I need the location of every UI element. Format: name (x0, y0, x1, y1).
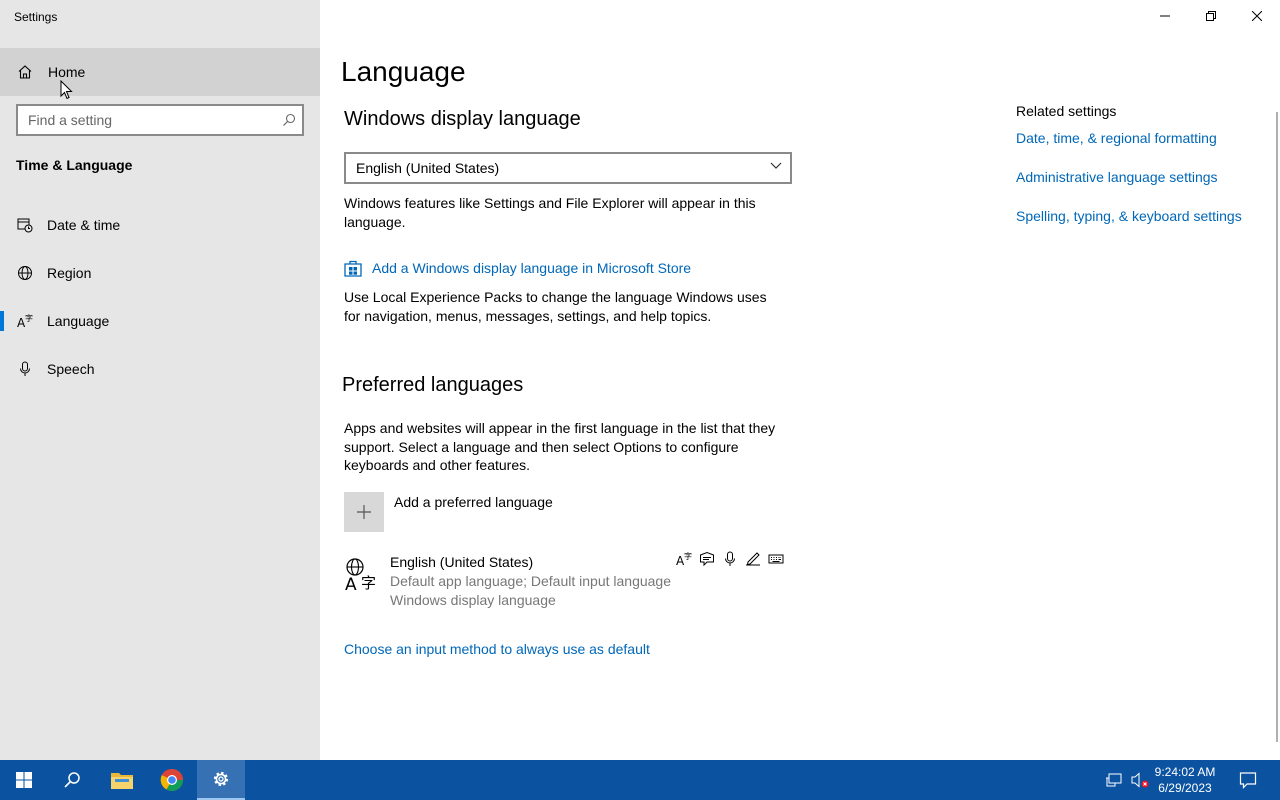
search-icon[interactable] (282, 113, 296, 127)
sidebar-item-label: Home (48, 64, 86, 80)
network-icon (1106, 773, 1122, 787)
speech-bubble-icon (699, 551, 715, 567)
handwriting-icon (745, 551, 761, 567)
sidebar-item-label: Language (47, 313, 110, 329)
home-icon (17, 64, 33, 80)
chevron-down-icon (770, 162, 782, 169)
add-language-button[interactable] (344, 492, 384, 532)
action-center-button[interactable] (1226, 760, 1270, 800)
taskbar-search-button[interactable] (48, 760, 96, 800)
page-title: Language (341, 56, 466, 87)
input-method-link[interactable]: Choose an input method to always use as … (344, 641, 650, 657)
calendar-clock-icon (17, 217, 33, 233)
add-language-label[interactable]: Add a preferred language (394, 493, 553, 512)
sidebar-item-label: Date & time (47, 217, 121, 233)
close-button[interactable] (1234, 0, 1280, 32)
sidebar-item-label: Speech (47, 361, 95, 377)
language-entry-detail: Windows display language (390, 592, 556, 608)
language-entry-detail: Default app language; Default input lang… (390, 573, 671, 589)
related-link-admin-language[interactable]: Administrative language settings (1016, 169, 1218, 185)
taskbar: 9:24:02 AM 6/29/2023 (0, 760, 1280, 800)
display-language-dropdown[interactable]: English (United States) (344, 152, 792, 184)
svg-text:字: 字 (361, 574, 376, 592)
taskbar-file-explorer[interactable] (98, 760, 146, 800)
sidebar: Settings Home Time & Language Date & tim… (0, 0, 320, 760)
search-icon (64, 772, 80, 788)
restore-icon (1206, 11, 1216, 21)
microphone-icon (17, 361, 33, 377)
clock-date: 6/29/2023 (1158, 781, 1212, 795)
keyboard-icon (768, 551, 784, 567)
main-content: Language Windows display language Englis… (320, 0, 1280, 760)
plus-icon (357, 505, 371, 519)
app-title: Settings (14, 10, 58, 24)
display-language-description: Windows features like Settings and File … (344, 195, 756, 230)
svg-text:字: 字 (684, 551, 692, 561)
dropdown-value: English (United States) (356, 160, 500, 176)
language-entry-name: English (United States) (390, 554, 534, 570)
sidebar-item-label: Region (47, 265, 92, 281)
scrollbar[interactable] (1276, 112, 1278, 742)
mouse-cursor-icon (60, 80, 73, 100)
store-link[interactable]: Add a Windows display language in Micros… (372, 260, 691, 276)
language-feature-icons: A字 (676, 551, 784, 567)
preferred-languages-description: Apps and websites will appear in the fir… (344, 420, 776, 473)
display-language-icon: A字 (676, 551, 692, 567)
search-box[interactable] (16, 104, 304, 136)
start-button[interactable] (0, 760, 48, 800)
store-description: Use Local Experience Packs to change the… (344, 289, 767, 324)
settings-icon (213, 771, 229, 787)
volume-muted-icon (1131, 772, 1149, 788)
microphone-icon (722, 551, 738, 567)
related-settings-heading: Related settings (1016, 103, 1117, 119)
globe-icon (17, 265, 33, 281)
sidebar-item-language[interactable]: A字 Language (0, 301, 320, 341)
related-link-spelling-typing[interactable]: Spelling, typing, & keyboard settings (1016, 208, 1242, 224)
close-icon (1252, 11, 1262, 21)
related-link-date-time-formatting[interactable]: Date, time, & regional formatting (1016, 130, 1217, 146)
start-icon (16, 772, 32, 788)
restore-button[interactable] (1188, 0, 1234, 32)
active-indicator (0, 311, 4, 331)
taskbar-settings[interactable] (197, 760, 245, 800)
sidebar-item-speech[interactable]: Speech (0, 349, 320, 389)
sidebar-item-date-time[interactable]: Date & time (0, 205, 320, 245)
file-explorer-icon (111, 773, 133, 789)
section-heading: Time & Language (16, 157, 133, 173)
minimize-icon (1160, 15, 1170, 17)
minimize-button[interactable] (1142, 0, 1188, 32)
chrome-icon (160, 768, 183, 791)
taskbar-clock[interactable]: 9:24:02 AM 6/29/2023 (1150, 764, 1220, 796)
language-entry-icon: A 字 (345, 558, 376, 592)
sidebar-item-region[interactable]: Region (0, 253, 320, 293)
store-icon (344, 260, 362, 277)
search-input[interactable] (18, 106, 268, 134)
display-language-heading: Windows display language (344, 108, 581, 130)
clock-time: 9:24:02 AM (1154, 765, 1216, 779)
svg-text:A: A (345, 575, 357, 592)
language-icon: A字 (17, 313, 33, 329)
svg-text:字: 字 (25, 313, 33, 323)
sidebar-item-home[interactable]: Home (0, 48, 320, 96)
taskbar-chrome[interactable] (148, 760, 196, 800)
notifications-icon (1239, 772, 1257, 789)
preferred-languages-heading: Preferred languages (342, 374, 524, 396)
